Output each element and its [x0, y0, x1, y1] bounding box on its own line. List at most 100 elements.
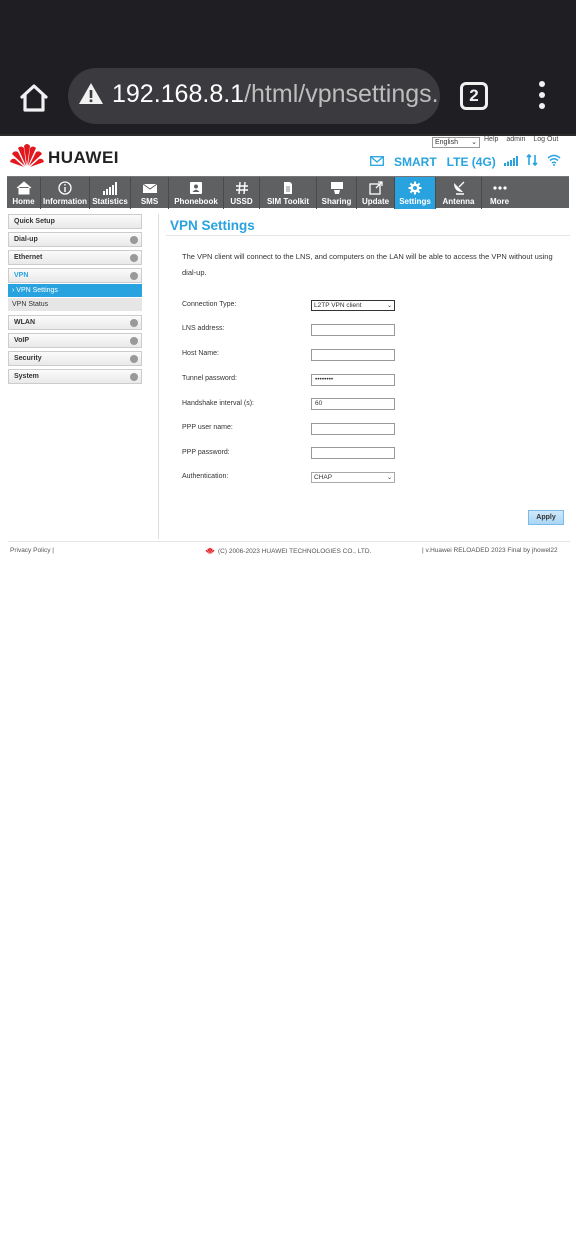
ppp-user-name-input[interactable]: [311, 423, 395, 435]
handshake-interval-label: Handshake interval (s):: [182, 400, 254, 407]
lns-address-label: LNS address:: [182, 325, 225, 332]
more-vert-icon[interactable]: [532, 78, 552, 114]
nav-sim-toolkit[interactable]: SIM Toolkit: [260, 177, 317, 209]
nav-label: Sharing: [321, 197, 352, 206]
copyright: (C) 2006-2023 HUAWEI TECHNOLOGIES CO., L…: [205, 547, 371, 555]
network-type: LTE (4G): [446, 155, 496, 169]
handshake-interval-input[interactable]: 60: [311, 398, 395, 410]
carrier-name: SMART: [394, 155, 437, 169]
sidebar-item-quick-setup[interactable]: Quick Setup: [8, 214, 142, 229]
mail-icon: [142, 183, 157, 193]
nav-label: Home: [12, 197, 35, 206]
home-icon: [16, 181, 31, 195]
host-name-label: Host Name:: [182, 350, 219, 357]
home-icon[interactable]: [14, 78, 54, 118]
huawei-logo-icon: [205, 547, 215, 555]
sidebar-item-wlan[interactable]: WLAN: [8, 315, 142, 330]
connection-type-select[interactable]: L2TP VPN client ⌄: [311, 300, 395, 311]
nav-label: Antenna: [442, 197, 475, 206]
chevron-down-icon: ⌄: [386, 475, 392, 481]
apply-button[interactable]: Apply: [528, 510, 564, 525]
sidebar-item-label: Security: [14, 355, 42, 362]
page-title: VPN Settings: [170, 218, 255, 233]
sidebar-item-voip[interactable]: VoIP: [8, 333, 142, 348]
sidebar-item-ethernet[interactable]: Ethernet: [8, 250, 142, 265]
wifi-icon: [547, 153, 561, 171]
ppp-password-input[interactable]: [311, 447, 395, 459]
nav-label: Settings: [399, 197, 431, 206]
ppp-password-label: PPP password:: [182, 449, 230, 456]
data-transfer-icon: [526, 153, 538, 171]
nav-phonebook[interactable]: Phonebook: [169, 177, 224, 209]
nav-statistics[interactable]: Statistics: [90, 177, 131, 209]
nav-label: Update: [361, 197, 390, 206]
chevron-right-icon: [130, 373, 138, 381]
info-icon: [58, 181, 72, 195]
sidebar-subitem-vpn-settings[interactable]: › VPN Settings: [8, 284, 142, 297]
nav-ussd[interactable]: USSD: [224, 177, 260, 209]
chevron-right-icon: [130, 337, 138, 345]
help-link[interactable]: Help: [484, 136, 498, 143]
status-bar: [0, 0, 576, 60]
gear-icon: [408, 181, 422, 195]
divider: [8, 541, 570, 542]
chevron-down-icon: ⌄: [471, 139, 477, 146]
sidebar-item-label: VoIP: [14, 337, 30, 344]
sharing-icon: [330, 182, 343, 194]
top-links: Help admin Log Out: [484, 136, 564, 143]
chevron-right-icon: [130, 236, 138, 244]
tunnel-password-label: Tunnel password:: [182, 375, 237, 382]
chevron-down-icon: ⌄: [386, 303, 392, 309]
more-icon: [492, 186, 507, 190]
sidebar-item-label: Ethernet: [14, 254, 43, 261]
language-select[interactable]: English ⌄: [432, 137, 480, 148]
sidebar-item-label: System: [14, 373, 39, 380]
address-bar[interactable]: 192.168.8.1/html/vpnsettings.h: [68, 68, 440, 124]
authentication-value: CHAP: [314, 474, 333, 481]
copyright-text: (C) 2006-2023 HUAWEI TECHNOLOGIES CO., L…: [218, 547, 372, 555]
logout-link[interactable]: Log Out: [533, 136, 558, 143]
tunnel-password-input[interactable]: ••••••••: [311, 374, 395, 386]
warning-icon[interactable]: [78, 81, 104, 107]
host-name-input[interactable]: [311, 349, 395, 361]
chevron-right-icon: [130, 254, 138, 262]
logo-text: HUAWEI: [48, 148, 119, 167]
nav-update[interactable]: Update: [357, 177, 395, 209]
envelope-icon[interactable]: [370, 153, 384, 171]
nav-more[interactable]: More: [482, 177, 517, 209]
connection-type-label: Connection Type:: [182, 301, 237, 308]
sidebar-item-security[interactable]: Security: [8, 351, 142, 366]
sidebar: Quick Setup Dial-up Ethernet VPN › VPN S…: [8, 214, 142, 387]
authentication-select[interactable]: CHAP ⌄: [311, 472, 395, 483]
chevron-right-icon: [130, 355, 138, 363]
router-page: HUAWEI English ⌄ Help admin Log Out SMART…: [0, 134, 576, 1248]
nav-label: SIM Toolkit: [266, 197, 310, 206]
nav-sharing[interactable]: Sharing: [317, 177, 357, 209]
update-icon: [368, 181, 383, 195]
antenna-icon: [453, 181, 464, 195]
nav-settings[interactable]: Settings: [395, 177, 436, 209]
nav-information[interactable]: Information: [41, 177, 90, 209]
sidebar-subitem-vpn-status[interactable]: VPN Status: [8, 298, 142, 311]
nav-home[interactable]: Home: [7, 177, 41, 209]
main-nav: Home Information Statistics SMS Phoneboo…: [7, 176, 569, 209]
nav-sms[interactable]: SMS: [131, 177, 169, 209]
nav-label: SMS: [140, 197, 159, 206]
nav-label: More: [489, 197, 510, 206]
tab-switcher-button[interactable]: 2: [460, 82, 488, 110]
sidebar-item-system[interactable]: System: [8, 369, 142, 384]
page-description: The VPN client will connect to the LNS, …: [182, 252, 553, 277]
privacy-policy-link[interactable]: Privacy Policy |: [10, 547, 54, 554]
nav-antenna[interactable]: Antenna: [436, 177, 482, 209]
signal-icon: [503, 153, 520, 171]
lns-address-input[interactable]: [311, 324, 395, 336]
nav-label: USSD: [230, 197, 253, 206]
connection-type-value: L2TP VPN client: [314, 302, 362, 309]
sim-icon: [284, 182, 292, 194]
divider: [158, 214, 159, 539]
sidebar-item-vpn[interactable]: VPN: [8, 268, 142, 283]
statistics-icon: [103, 182, 117, 195]
sidebar-item-label: WLAN: [14, 319, 35, 326]
sidebar-item-dial-up[interactable]: Dial-up: [8, 232, 142, 247]
status-indicators: SMART LTE (4G): [370, 153, 561, 171]
